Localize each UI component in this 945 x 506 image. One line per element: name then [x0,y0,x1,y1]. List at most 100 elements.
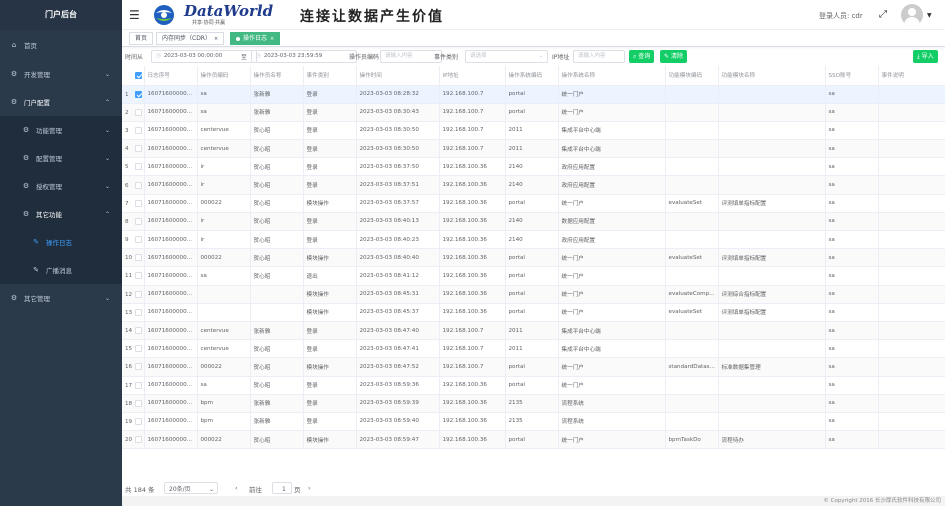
row-checkbox[interactable] [135,417,142,425]
table-row[interactable]: 7 16071600000... 000022 贺心昭 模块操作 2023-03-03 0… [122,194,945,213]
row-checkbox[interactable] [135,236,142,244]
operator-input[interactable]: 请输入内容 [380,50,442,63]
next-page-icon[interactable]: › [308,484,311,492]
caret-down-icon[interactable]: ▼ [927,12,932,19]
table-cell: 000022 [197,194,251,213]
row-checkbox[interactable] [135,363,142,371]
tag-oplog[interactable]: 操作日志 × [230,32,281,45]
log-icon: ✎ [33,238,39,246]
row-index-cell: 7 [122,194,145,213]
table-cell: 登录 [303,412,357,432]
row-checkbox[interactable] [135,345,142,353]
table-row[interactable]: 19 16071600000... bpm 张新雅 登录 2023-03-03 08:59… [122,412,945,432]
sidebar-item-function[interactable]: ⚙ 功能管理 ⌄ [0,116,122,144]
table-cell: 统一门户 [558,248,666,268]
column-header: 操作系统编码 [505,66,559,86]
table-row[interactable]: 20 16071600000... 000022 贺心昭 模块操作 2023-03-03 … [122,430,945,448]
table-row[interactable]: 6 16071600000... ir 贺心昭 登录 2023-03-03 08:37:5… [122,175,945,195]
fullscreen-icon[interactable]: ⤢ [879,9,887,20]
row-checkbox[interactable] [135,181,142,189]
table-row[interactable]: 16 16071600000... 000022 贺心昭 模块操作 2023-03-03 … [122,357,945,377]
page-input[interactable]: 1 [272,482,292,494]
table-cell: portal [505,285,559,304]
row-checkbox[interactable] [135,90,142,98]
end-time-input[interactable]: ◷ 2023-03-03 23:59:59 [251,50,357,63]
row-checkbox[interactable] [135,272,142,280]
page-size-select[interactable]: 20条/页 ⌄ [164,482,218,494]
close-icon[interactable]: × [214,36,218,42]
sidebar-item-home[interactable]: ⌂ 首页 [0,30,122,60]
table-cell: 政府应用配置 [558,157,666,177]
table-row[interactable]: 5 16071600000... ir 贺心昭 登录 2023-03-03 08:37:5… [122,157,945,177]
select-all-checkbox[interactable] [135,71,142,79]
chevron-down-icon: ⌄ [208,486,214,493]
table-row[interactable]: 8 16071600000... ir 贺心昭 登录 2023-03-03 08:40:1… [122,212,945,232]
event-select[interactable]: 请选择 ⌄ [465,50,548,63]
row-checkbox[interactable] [135,290,142,298]
row-checkbox[interactable] [135,399,142,407]
table-cell [878,430,945,448]
table-cell: 2023-03-03 08:30:50 [356,121,440,141]
sidebar-item-other-func[interactable]: ⚙ 其它功能 ⌃ [0,200,122,228]
table-cell: sa [825,430,879,448]
row-checkbox[interactable] [135,163,142,171]
row-index: 13 [125,309,133,316]
table-row[interactable]: 18 16071600000... bpm 张新雅 登录 2023-03-03 08:59… [122,394,945,413]
sidebar-item-dev[interactable]: ⚙ 开发管理 ⌄ [0,60,122,88]
sidebar-item-portal-config[interactable]: ⚙ 门户配置 ⌃ [0,88,122,116]
tag-sync[interactable]: 内存同步（CDR） × [156,32,225,45]
table-row[interactable]: 14 16071600000... centervue 张新雅 登录 2023-03-03… [122,321,945,341]
row-checkbox[interactable] [135,327,142,335]
column-header: SSO账号 [825,66,879,86]
row-checkbox[interactable] [135,217,142,225]
goto-label: 前往 [249,486,262,494]
clear-button[interactable]: ✎ 清除 [660,50,687,63]
table-row[interactable]: 2 16071600000... sa 张新雅 登录 2023-03-03 08:30:4… [122,103,945,122]
table-row[interactable]: 15 16071600000... centervue 贺心昭 登录 2023-03-03… [122,339,945,359]
row-checkbox[interactable] [135,108,142,116]
avatar[interactable] [901,4,923,26]
row-checkbox[interactable] [135,381,142,389]
row-checkbox[interactable] [135,145,142,153]
hamburger-icon[interactable]: ☰ [129,9,140,21]
table-cell [665,266,719,286]
tag-home[interactable]: 首页 [129,32,154,45]
sidebar-item-broadcast[interactable]: ✎ 广播消息 [0,256,122,284]
table-row[interactable]: 1 16071600000... sa 张新雅 登录 2023-03-03 08:28:3… [122,85,945,104]
table-cell: 张新雅 [250,321,304,341]
row-checkbox[interactable] [135,254,142,262]
table-cell: 2140 [505,212,559,232]
row-checkbox[interactable] [135,126,142,134]
table-row[interactable]: 11 16071600000... sa 贺心昭 退出 2023-03-03 08:41:… [122,266,945,286]
table-row[interactable]: 12 16071600000... 模块操作 2023-03-03 08:45:31 1… [122,285,945,304]
row-checkbox[interactable] [135,308,142,316]
ip-input[interactable]: 请输入内容 [573,50,625,63]
sidebar-item-auth[interactable]: ⚙ 授权管理 ⌄ [0,172,122,200]
table-row[interactable]: 13 16071600000... 模块操作 2023-03-03 08:45:37 1… [122,303,945,322]
table-row[interactable]: 17 16071600000... sa 贺心昭 登录 2023-03-03 08:59:… [122,376,945,395]
table-cell: evaluateSet [665,303,719,322]
table-cell [665,139,719,159]
sidebar-title: 门户后台 [0,0,122,30]
import-button[interactable]: ⤓ 导入 [913,50,938,63]
table-row[interactable]: 10 16071600000... 000022 贺心昭 模块操作 2023-03-03 … [122,248,945,268]
table-cell: 登录 [303,157,357,177]
prev-page-icon[interactable]: ‹ [235,484,238,492]
sidebar-item-config[interactable]: ⚙ 配置管理 ⌄ [0,144,122,172]
query-button[interactable]: ⌕ 查询 [629,50,655,63]
row-checkbox[interactable] [135,436,142,444]
table-cell: 贺心昭 [250,212,304,232]
sidebar-item-oplog[interactable]: ✎ 操作日志 [0,228,122,256]
sidebar-item-other-manage[interactable]: ⚙ 其它管理 ⌄ [0,284,122,312]
row-index: 19 [125,418,133,425]
table-cell: 贺心昭 [250,139,304,159]
table-cell: 登录 [303,175,357,195]
table-cell: sa [825,85,879,104]
table-row[interactable]: 9 16071600000... ir 贺心昭 登录 2023-03-03 08:40:2… [122,230,945,250]
row-checkbox[interactable] [135,199,142,207]
table-row[interactable]: 4 16071600000... centervue 贺心昭 登录 2023-03-03 … [122,139,945,159]
table-cell: sa [825,103,879,122]
table-row[interactable]: 3 16071600000... centervue 贺心昭 登录 2023-03-03 … [122,121,945,141]
close-icon[interactable]: × [270,36,274,42]
table-cell: 2135 [505,394,559,413]
